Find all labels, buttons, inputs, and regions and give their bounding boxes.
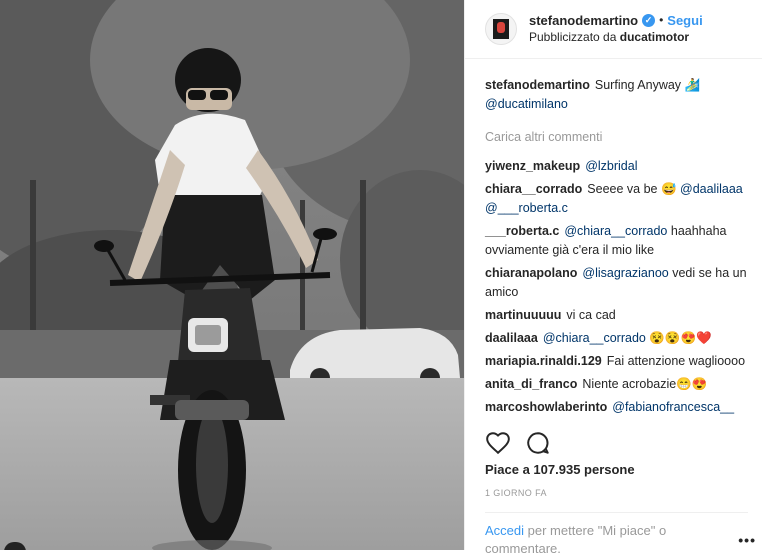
avatar[interactable] (485, 13, 517, 45)
comment-username[interactable]: chiaranapolano (485, 266, 577, 280)
post-side-panel: stefanodemartino ✓ • Segui Pubblicizzato… (464, 0, 762, 556)
login-link[interactable]: Accedi (485, 523, 524, 538)
avatar-image (493, 19, 509, 39)
comment-row: anita_di_franco Niente acrobazie😁😍 (485, 375, 748, 394)
divider (485, 512, 748, 513)
like-count[interactable]: Piace a 107.935 persone (485, 462, 635, 477)
comment-row: marcoshowlaberinto @fabianofrancesca__ (485, 398, 748, 417)
comment-text: Seeee va be 😅 (587, 182, 680, 196)
heart-icon[interactable] (485, 430, 511, 456)
comment-row: daalilaaa @chiara__corrado 😵😵😍❤️ (485, 329, 748, 348)
sponsor-link[interactable]: ducatimotor (620, 30, 689, 44)
comment-text: vi ca cad (566, 308, 616, 322)
comment-text: 😵😵😍❤️ (645, 331, 712, 345)
post-modal: stefanodemartino ✓ • Segui Pubblicizzato… (0, 0, 762, 556)
comment-mention[interactable]: @___roberta.c (485, 201, 568, 215)
comment-row: ___roberta.c @chiara__corrado haahhaha ov… (485, 222, 748, 260)
sponsored-label: Pubblicizzato da ducatimotor (529, 30, 690, 44)
post-caption: stefanodemartino Surfing Anyway 🏄‍♂️ @duc… (485, 76, 748, 114)
action-bar (485, 430, 565, 456)
comment-username[interactable]: mariapia.rinaldi.129 (485, 354, 602, 368)
comment-username[interactable]: martinuuuuu (485, 308, 561, 322)
comment-username[interactable]: chiara__corrado (485, 182, 582, 196)
follow-button[interactable]: Segui (667, 12, 702, 29)
comment-mention[interactable]: @fabianofrancesca__ (612, 400, 734, 414)
more-options-icon[interactable]: ••• (738, 532, 756, 548)
login-prompt: Accedi per mettere "Mi piace" o commenta… (485, 523, 667, 556)
verified-badge-icon: ✓ (642, 14, 656, 27)
comment-mention[interactable]: @lisagrazianoo (582, 266, 668, 280)
comment-username[interactable]: ___roberta.c (485, 224, 559, 238)
comments-list: stefanodemartino Surfing Anyway 🏄‍♂️ @duc… (485, 76, 748, 421)
comment-mention[interactable]: @lzbridal (585, 159, 637, 173)
post-header: stefanodemartino ✓ • Segui Pubblicizzato… (465, 0, 762, 59)
comment-mention[interactable]: @chiara__corrado (564, 224, 667, 238)
load-more-comments-button[interactable]: Carica altri commenti (485, 128, 748, 147)
comment-row: yiwenz_makeup @lzbridal (485, 157, 748, 176)
caption-text: Surfing Anyway 🏄‍♂️ (594, 78, 701, 92)
comment-text: Niente acrobazie😁😍 (582, 377, 708, 391)
comment-row: chiara__corrado Seeee va be 😅 @daalilaaa … (485, 180, 748, 218)
comment-username[interactable]: anita_di_franco (485, 377, 577, 391)
motorcycle-photo (0, 0, 464, 550)
comment-mention[interactable]: @chiara__corrado (543, 331, 646, 345)
comment-row: martinuuuuu vi ca cad (485, 306, 748, 325)
separator-dot: • (659, 13, 664, 27)
caption-mention[interactable]: @ducatimilano (485, 97, 568, 111)
post-username[interactable]: stefanodemartino (529, 12, 638, 29)
comment-username[interactable]: marcoshowlaberinto (485, 400, 607, 414)
comment-icon[interactable] (525, 430, 551, 456)
comment-mention[interactable]: @daalilaaa (680, 182, 743, 196)
post-date: 1 GIORNO FA (485, 488, 547, 498)
caption-username[interactable]: stefanodemartino (485, 78, 590, 92)
comment-text: Fai attenzione waglioooo (606, 354, 746, 368)
post-photo[interactable] (0, 0, 464, 550)
comment-username[interactable]: yiwenz_makeup (485, 159, 580, 173)
comment-username[interactable]: daalilaaa (485, 331, 538, 345)
comment-row: chiaranapolano @lisagrazianoo vedi se ha … (485, 264, 748, 302)
comment-row: mariapia.rinaldi.129 Fai attenzione wagli… (485, 352, 748, 371)
